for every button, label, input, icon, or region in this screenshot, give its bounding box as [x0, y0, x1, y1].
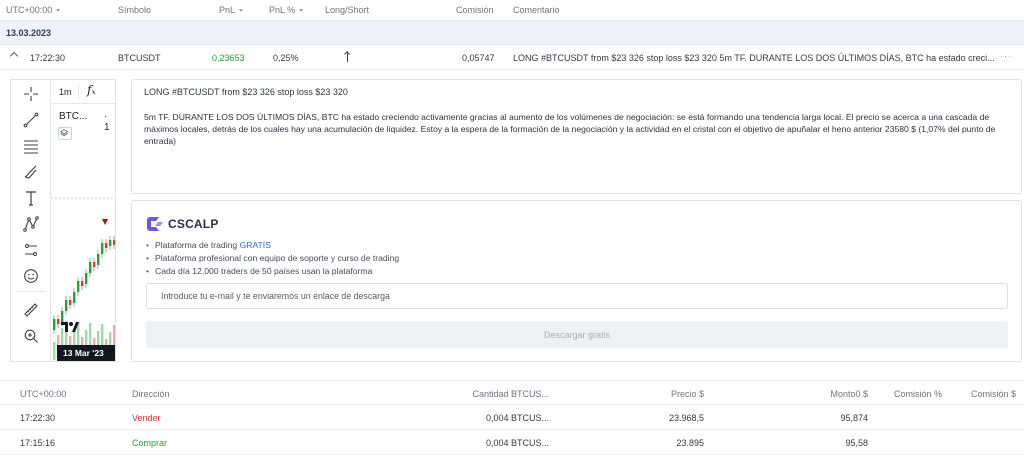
fill-amount: 95,874: [840, 413, 868, 423]
fills-column-direction: Dirección: [132, 389, 170, 399]
brush-icon[interactable]: [23, 164, 39, 180]
trade-pnl-pct: 0,25%: [273, 53, 299, 63]
date-group-row: 13.03.2023: [0, 21, 1024, 45]
cscalp-logo-icon: [146, 217, 164, 231]
column-pnl[interactable]: PnL: [219, 5, 244, 15]
candle-body: [65, 300, 68, 311]
promo-features: Plataforma de trading GRATIS Plataforma …: [146, 239, 399, 278]
cscalp-promo-card: CSCALP Plataforma de trading GRATIS Plat…: [131, 200, 1022, 362]
pattern-icon[interactable]: [23, 216, 39, 232]
description-body: 5m TF. DURANTE LOS DOS ÚLTIMOS DÍAS, BTC…: [144, 112, 996, 146]
more-icon[interactable]: ···: [1000, 51, 1012, 61]
fills-column-price: Precio $: [670, 389, 704, 399]
timezone-label: UTC+00:00: [6, 5, 53, 15]
fill-quantity: 0,004 BTCUS...: [485, 413, 549, 423]
column-comment[interactable]: Comentario: [513, 5, 560, 15]
layers-icon[interactable]: [58, 127, 72, 140]
crosshair-date-label: 13 Mar '23: [57, 345, 115, 361]
column-long-short[interactable]: Long/Short: [325, 5, 369, 15]
promo-feature-text: Plataforma de trading: [155, 240, 240, 250]
fill-price: 23.895: [676, 438, 704, 448]
text-icon[interactable]: [23, 190, 39, 206]
date-group-label: 13.03.2023: [6, 28, 52, 38]
download-button[interactable]: Descargar gratis: [146, 321, 1008, 348]
promo-feature: Plataforma de trading GRATIS: [146, 239, 399, 252]
fill-direction: Vender: [132, 413, 161, 423]
fills-column-commission-pct: Comisión %: [893, 389, 942, 399]
fills-column-quantity: Cantidad BTCUS...: [472, 389, 549, 399]
chart-symbol: BTC...: [59, 111, 88, 122]
candle-body: [53, 319, 56, 330]
description-title: LONG #BTCUSDT from $23 326 stop loss $23…: [144, 87, 348, 97]
fib-icon[interactable]: [23, 138, 39, 154]
ruler-icon[interactable]: [23, 302, 39, 318]
candle-body: [69, 300, 72, 305]
fill-direction: Comprar: [132, 438, 168, 448]
trade-row[interactable]: 17:22:30 BTCUSDT 0,23653 0,25% 0,05747 L…: [0, 45, 1024, 70]
promo-feature: Plataforma profesional con equipo de sop…: [146, 252, 399, 265]
chart-symbol-suffix: · 1: [104, 111, 110, 133]
drawing-toolbar: [11, 80, 51, 361]
column-commission[interactable]: Comisión: [456, 5, 494, 15]
candle-body: [89, 262, 92, 273]
trade-commission: 0,05747: [462, 53, 495, 63]
fill-time: 17:15:16: [20, 438, 56, 448]
trades-table-header: UTC+00:00 Símbolo PnL PnL % Long/Short C…: [0, 0, 1024, 21]
fill-row: 17:22:30 Vender 0,004 BTCUS... 23.968,5 …: [0, 405, 1024, 430]
toolbar-divider: [78, 84, 79, 100]
chevron-up-icon[interactable]: [9, 51, 19, 61]
candle-body: [73, 292, 76, 303]
toolbar-divider: [17, 291, 45, 292]
chevron-down-icon: [239, 9, 244, 13]
candle-body: [93, 262, 96, 267]
zoom-icon[interactable]: [23, 328, 39, 344]
candle-body: [97, 254, 100, 265]
fill-quantity: 0,004 BTCUS...: [485, 438, 549, 448]
trade-pnl: 0,23653: [212, 53, 245, 63]
sell-marker-icon: [102, 219, 108, 225]
volume-bar: [53, 342, 56, 360]
chevron-down-icon: [56, 9, 61, 13]
column-pnl-pct-label: PnL %: [269, 5, 296, 15]
chart-top-toolbar: 1m fₓ: [51, 80, 115, 104]
gratis-link[interactable]: GRATIS: [240, 240, 271, 250]
crosshair-icon[interactable]: [23, 86, 39, 102]
email-input[interactable]: [146, 283, 1008, 309]
fill-time: 17:22:30: [20, 413, 56, 423]
trade-symbol: BTCUSDT: [118, 53, 161, 63]
cscalp-brand: CSCALP: [168, 217, 219, 231]
trend-line-icon[interactable]: [23, 112, 39, 128]
column-symbol[interactable]: Símbolo: [118, 5, 151, 15]
timezone-selector[interactable]: UTC+00:00: [6, 5, 61, 15]
tradingview-logo-icon: [60, 319, 80, 333]
indicators-icon[interactable]: fₓ: [87, 83, 96, 97]
candle-body: [105, 243, 108, 248]
column-pnl-label: PnL: [219, 5, 236, 15]
fills-table-header: UTC+00:00 Dirección Cantidad BTCUS... Pr…: [0, 380, 1024, 405]
candle-body: [101, 243, 104, 254]
candle-body: [109, 240, 112, 246]
fills-column-commission: Comisión $: [970, 389, 1016, 399]
fill-amount: 95,58: [845, 438, 868, 448]
trade-time: 17:22:30: [30, 53, 66, 63]
measure-icon[interactable]: [23, 242, 39, 258]
candle-body: [85, 273, 88, 284]
candle-body: [77, 281, 80, 292]
trade-comment: LONG #BTCUSDT from $23 326 stop loss $23…: [513, 53, 995, 63]
interval-button[interactable]: 1m: [59, 87, 72, 97]
candle-body: [81, 281, 84, 286]
emoji-icon[interactable]: [23, 268, 39, 284]
trade-description-card: LONG #BTCUSDT from $23 326 stop loss $23…: [131, 79, 1022, 194]
fill-price: 23.968,5: [668, 413, 704, 423]
chevron-down-icon: [299, 9, 304, 13]
tradingview-chart[interactable]: 1m fₓ BTC... · 1 13 Mar '23: [10, 79, 116, 362]
promo-feature: Cada día 12,000 traders de 50 países usa…: [146, 265, 399, 278]
fills-column-time: UTC+00:00: [20, 389, 67, 399]
candle-body: [113, 240, 115, 245]
column-pnl-pct[interactable]: PnL %: [269, 5, 304, 15]
fill-row: 17:15:16 Comprar 0,004 BTCUS... 23.895 9…: [0, 430, 1024, 455]
arrow-up-icon: [344, 51, 352, 63]
fills-column-amount: Monto0 $: [830, 389, 868, 399]
